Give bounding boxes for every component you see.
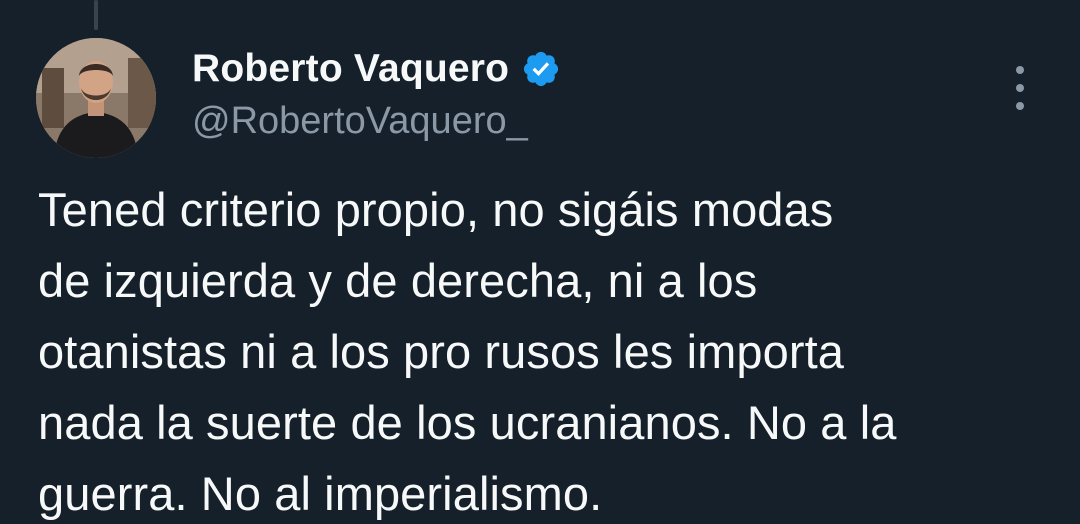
more-dot	[1016, 84, 1024, 92]
verified-badge-icon	[521, 49, 561, 89]
tweet-text-line: Tened criterio propio, no sigáis modas	[38, 183, 834, 236]
more-dot	[1016, 102, 1024, 110]
author-display-name[interactable]: Roberto Vaquero	[192, 47, 509, 91]
author-handle[interactable]: @RobertoVaquero_	[192, 100, 528, 143]
tweet-text: Tened criterio propio, no sigáis modas d…	[38, 174, 1048, 524]
tweet-text-line: de izquierda y de derecha, ni a los	[38, 254, 758, 307]
tweet-text-line: otanistas ni a los pro rusos les importa	[38, 325, 844, 378]
thread-connector-line	[94, 0, 98, 30]
author-name-row: Roberto Vaquero	[192, 44, 561, 94]
tweet-text-line: guerra. No al imperialismo.	[38, 467, 603, 520]
profile-photo-icon	[36, 38, 156, 158]
tweet-text-line: nada la suerte de los ucranianos. No a l…	[38, 396, 897, 449]
more-dot	[1016, 66, 1024, 74]
more-options-icon[interactable]	[1004, 66, 1036, 110]
avatar[interactable]	[36, 38, 156, 158]
